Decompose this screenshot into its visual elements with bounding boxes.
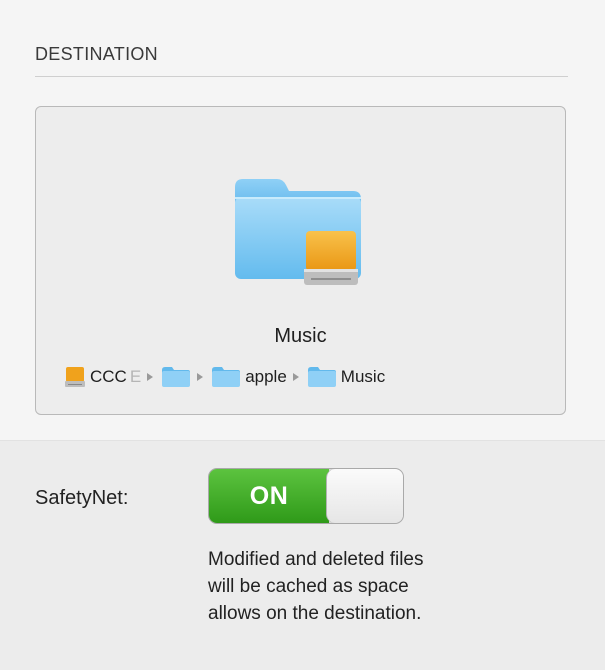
description-line: will be cached as space <box>208 576 409 597</box>
path-bar: CCC E apple Music <box>64 363 385 391</box>
path-segment-music[interactable]: Music <box>307 366 385 388</box>
path-label-drive-truncated: E <box>129 367 142 386</box>
path-label-apple: apple <box>245 367 287 386</box>
folder-icon <box>162 367 191 387</box>
destination-selector[interactable]: Music CCC E apple Music <box>35 106 566 415</box>
toggle-knob[interactable] <box>326 469 403 523</box>
path-separator-icon <box>292 373 299 381</box>
path-label-drive: CCC <box>90 367 127 386</box>
safetynet-panel: SafetyNet: ON Modified and deleted files… <box>0 441 605 670</box>
path-separator-icon <box>147 373 154 381</box>
safetynet-toggle[interactable]: ON <box>208 468 404 524</box>
toggle-on-label: ON <box>209 469 329 523</box>
folder-with-drive-icon <box>235 179 361 285</box>
folder-icon <box>212 367 241 387</box>
destination-heading: DESTINATION <box>35 44 158 64</box>
path-segment-apple[interactable]: apple <box>211 366 287 388</box>
path-separator-icon <box>197 373 204 381</box>
path-label-music: Music <box>340 367 386 386</box>
safetynet-label: SafetyNet: <box>35 487 129 509</box>
path-segment-folder[interactable] <box>161 366 191 388</box>
destination-name: Music <box>274 325 327 347</box>
safetynet-description: Modified and deleted files will be cache… <box>208 546 568 627</box>
drive-icon <box>65 367 85 387</box>
path-segment-drive[interactable]: CCC E <box>64 365 141 389</box>
destination-panel: DESTINATION Music CCC E apple Music <box>0 0 605 440</box>
description-line: Modified and deleted files <box>208 549 424 570</box>
folder-icon <box>307 367 336 387</box>
description-line: allows on the destination. <box>208 603 422 624</box>
heading-divider <box>35 76 568 77</box>
